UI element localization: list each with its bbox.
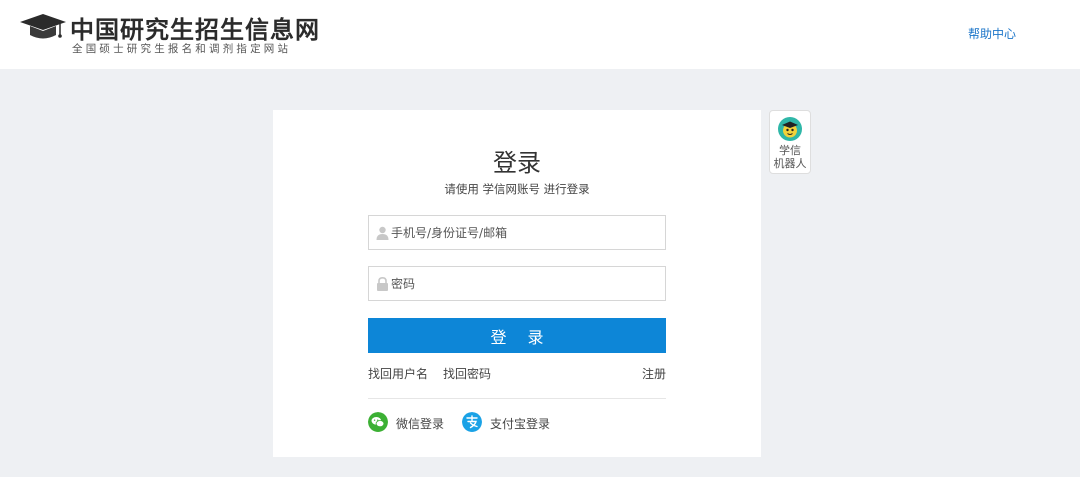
lock-icon — [377, 277, 388, 291]
logo-title: 中国研究生招生信息网 — [70, 15, 320, 44]
username-input[interactable] — [391, 216, 661, 249]
xuexin-robot-widget[interactable]: 学信 机器人 — [769, 110, 811, 174]
find-password-link[interactable]: 找回密码 — [443, 365, 491, 382]
register-link[interactable]: 注册 — [642, 365, 666, 382]
divider — [368, 398, 666, 399]
wechat-icon — [368, 412, 388, 432]
robot-avatar-icon — [778, 117, 802, 141]
alipay-login-label: 支付宝登录 — [490, 417, 551, 431]
wechat-login-label: 微信登录 — [396, 417, 445, 431]
login-button[interactable]: 登 录 — [368, 318, 666, 353]
login-card: 登录 请使用 学信网账号 进行登录 登 录 找回用户名 找回密码 注册 微信登录 — [273, 110, 761, 457]
help-center-link[interactable]: 帮助中心 — [968, 25, 1016, 42]
robot-label-line2: 机器人 — [773, 157, 807, 170]
logo-subtitle: 全国硕士研究生报名和调剂指定网站 — [72, 43, 292, 55]
find-username-link[interactable]: 找回用户名 — [368, 365, 428, 382]
login-title: 登录 — [493, 149, 541, 177]
alipay-icon — [462, 412, 482, 432]
password-field[interactable] — [368, 266, 666, 301]
login-subtitle: 请使用 学信网账号 进行登录 — [444, 182, 590, 196]
graduation-cap-icon — [20, 14, 66, 39]
robot-label-line1: 学信 — [779, 144, 801, 157]
username-field[interactable] — [368, 215, 666, 250]
password-input[interactable] — [391, 267, 661, 300]
site-header: 中国研究生招生信息网 全国硕士研究生报名和调剂指定网站 帮助中心 — [0, 0, 1080, 69]
user-icon — [376, 226, 389, 240]
robot-label: 学信 机器人 — [770, 144, 810, 170]
